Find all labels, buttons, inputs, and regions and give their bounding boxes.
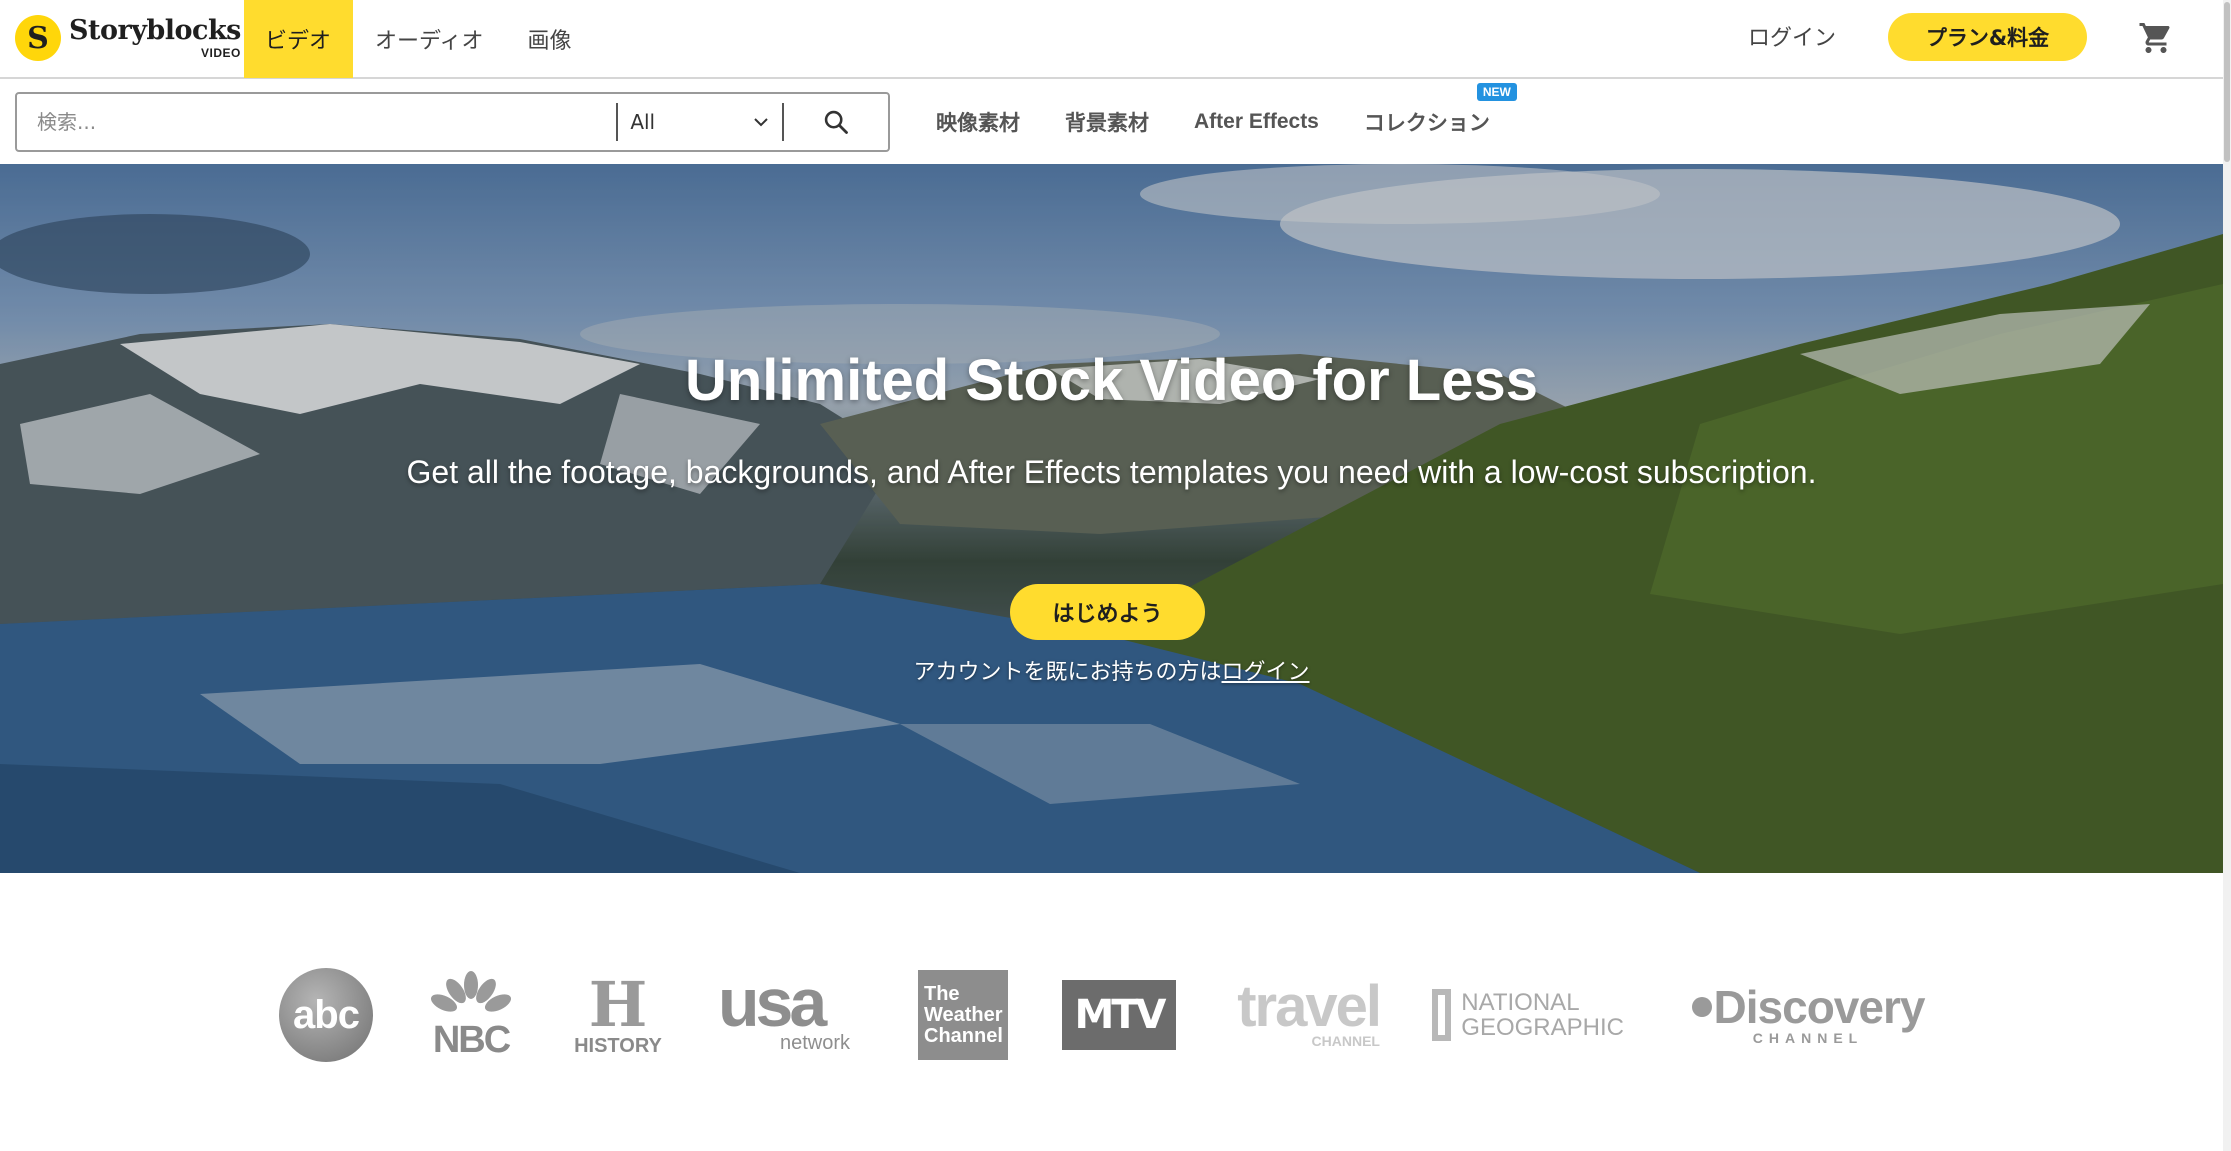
history-h-mark: H [588, 968, 648, 1041]
search-bar: All [15, 92, 890, 152]
login-link[interactable]: ログイン [1748, 20, 1836, 52]
natgeo-text-2: GEOGRAPHIC [1461, 1014, 1624, 1041]
logo-text: Storyblocks VIDEO [69, 17, 241, 59]
weather-channel-text-2: Weather [924, 1003, 1003, 1026]
subnav-backgrounds[interactable]: 背景素材 [1065, 107, 1149, 137]
logo-subtitle: VIDEO [201, 46, 241, 60]
hero-subtitle: Get all the footage, backgrounds, and Af… [406, 454, 1817, 490]
subnav-footage[interactable]: 映像素材 [936, 107, 1020, 137]
category-select-value: All [630, 110, 656, 134]
nbc-peacock-icon [430, 971, 512, 1012]
travel-channel-logo: travel CHANNEL [1228, 960, 1382, 1070]
scrollbar-thumb[interactable] [2224, 2, 2230, 162]
existing-account-prompt: アカウントを既にお持ちの方はログイン [0, 654, 2223, 686]
storyblocks-logo[interactable]: S Storyblocks VIDEO [15, 13, 241, 63]
hero-overlay [0, 164, 2223, 873]
new-badge: NEW [1476, 83, 1517, 101]
hero-login-link[interactable]: ログイン [1222, 660, 1310, 685]
weather-channel-text-1: The [924, 982, 960, 1005]
tab-audio[interactable]: オーディオ [353, 0, 505, 78]
weather-channel-logo: The Weather Channel [918, 960, 1008, 1070]
tab-video[interactable]: ビデオ [244, 0, 354, 78]
category-select[interactable]: All [618, 94, 782, 150]
weather-channel-text-3: Channel [924, 1024, 1003, 1047]
search-input[interactable] [17, 94, 617, 150]
chevron-down-icon [754, 118, 768, 127]
hero-title: Unlimited Stock Video for Less [684, 348, 1538, 413]
plans-pricing-button[interactable]: プラン&料金 [1888, 13, 2087, 61]
discovery-logo-text: Discovery [1713, 981, 1926, 1033]
subnav-collections-label: コレクション [1363, 111, 1490, 135]
media-type-tabs: ビデオ オーディオ 画像 [244, 0, 594, 78]
travel-channel-text: CHANNEL [1311, 1033, 1380, 1050]
abc-logo-text: abc [293, 992, 360, 1037]
abc-logo: abc [278, 960, 374, 1070]
national-geographic-logo: NATIONAL GEOGRAPHIC [1432, 960, 1624, 1070]
partner-logos: abc NBC H HISTORY usa network The Weathe… [0, 960, 2223, 1070]
usa-network-logo: usa network [718, 960, 868, 1070]
natgeo-frame-icon [1432, 989, 1452, 1041]
logo-wordmark: Storyblocks [69, 15, 241, 46]
mtv-logo: MTV [1062, 960, 1176, 1070]
tab-images[interactable]: 画像 [505, 0, 593, 78]
hero-banner: Unlimited Stock Video for Less Get all t… [0, 164, 2223, 873]
subnav-after-effects[interactable]: After Effects [1194, 110, 1319, 134]
discovery-channel-logo: Discovery CHANNEL [1680, 960, 1936, 1070]
content-category-nav: 映像素材 背景素材 After Effects コレクション NEW [936, 83, 1535, 152]
mtv-logo-text: MTV [1074, 992, 1166, 1038]
discovery-globe-icon [1691, 997, 1712, 1017]
discovery-channel-text: CHANNEL [1752, 1030, 1864, 1046]
login-prompt-text: アカウントを既にお持ちの方は [913, 660, 1222, 685]
search-button[interactable] [784, 94, 888, 150]
natgeo-text-1: NATIONAL [1461, 988, 1580, 1016]
nbc-logo-text: NBC [432, 1019, 511, 1061]
nbc-logo: NBC [424, 960, 518, 1070]
get-started-button[interactable]: はじめよう [1010, 584, 1205, 640]
usa-logo-text: usa [718, 964, 827, 1041]
usa-network-text: network [780, 1032, 851, 1055]
top-navigation-bar: S Storyblocks VIDEO ビデオ オーディオ 画像 ログイン プラ… [0, 0, 2225, 79]
travel-logo-text: travel [1237, 973, 1382, 1039]
logo-mark-icon: S [15, 15, 61, 61]
history-logo-text: HISTORY [574, 1035, 662, 1057]
cart-icon[interactable] [2138, 20, 2174, 56]
page-scrollbar[interactable] [2223, 0, 2231, 1151]
search-icon [824, 110, 848, 134]
subnav-collections[interactable]: コレクション NEW [1363, 83, 1517, 137]
history-logo: H HISTORY [566, 960, 670, 1070]
